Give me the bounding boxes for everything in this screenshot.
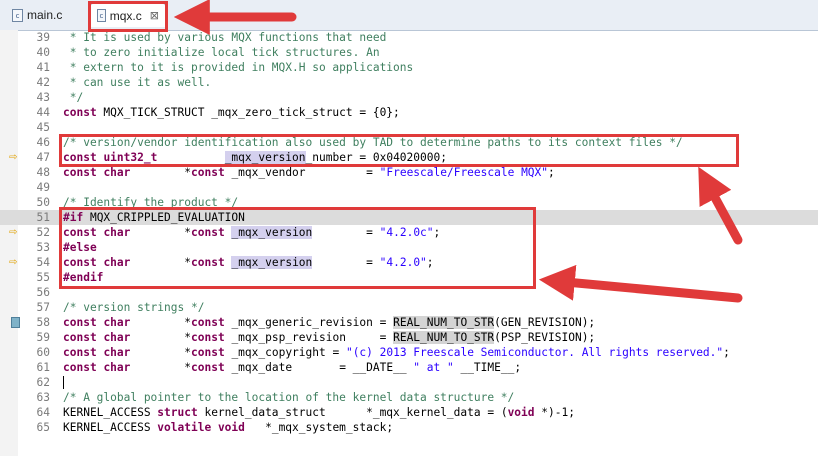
annotation-arrows [173, 0, 743, 303]
annotation-arrow-version-ifdef [538, 264, 743, 303]
annotation-arrow-version-number [698, 166, 743, 245]
